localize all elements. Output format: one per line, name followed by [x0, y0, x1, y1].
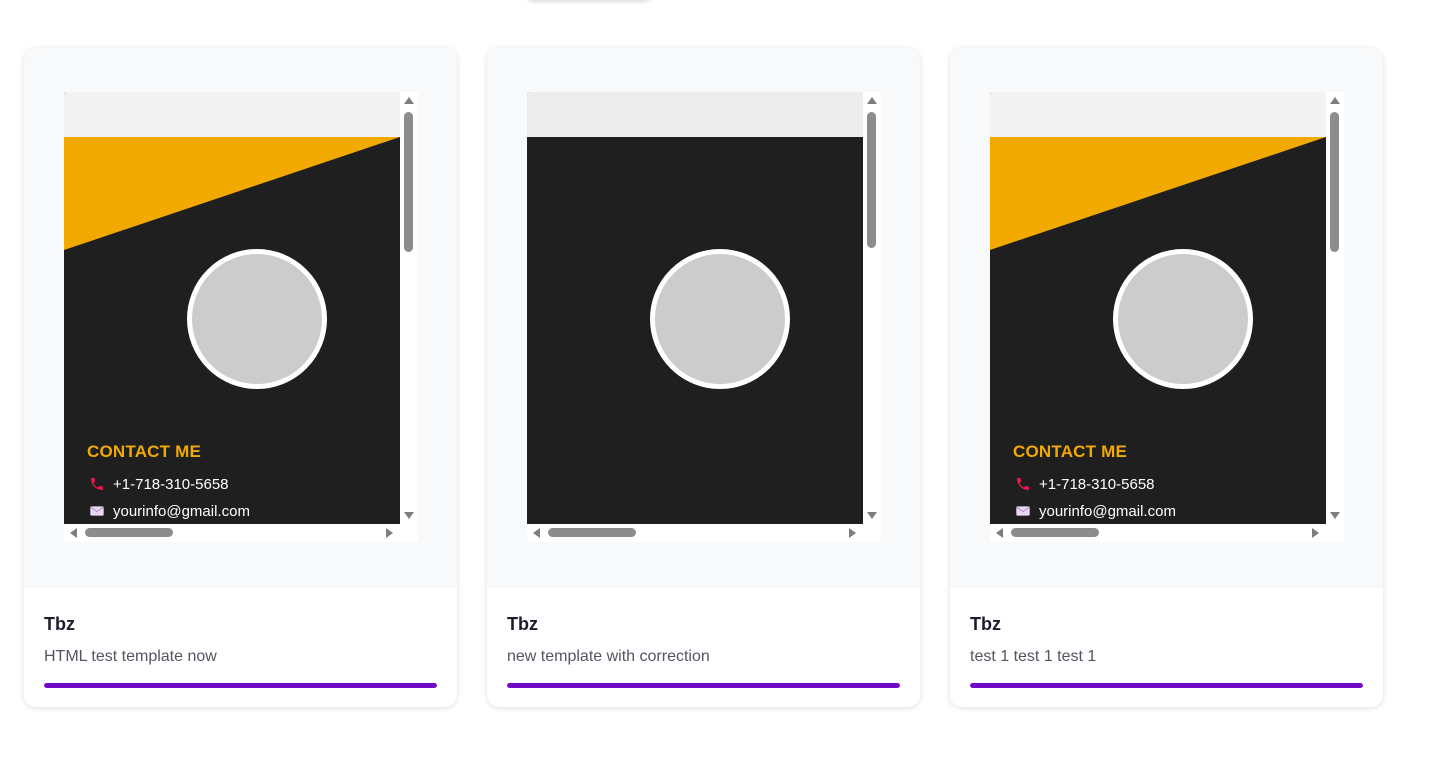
- horizontal-scroll-thumb[interactable]: [1011, 528, 1099, 537]
- scroll-left-arrow-icon[interactable]: [70, 528, 77, 538]
- email-address: yourinfo@gmail.com: [113, 502, 250, 520]
- template-diagonal-banner: [64, 137, 400, 250]
- scrollbar-corner: [1326, 524, 1344, 542]
- card-progress-bar: [970, 683, 1363, 688]
- phone-icon: [1017, 478, 1029, 490]
- card-progress-fill: [44, 683, 437, 688]
- scroll-up-arrow-icon[interactable]: [867, 97, 877, 104]
- envelope-icon: [1016, 506, 1030, 516]
- card-preview: CONTACT ME +1-718-310-5658 yourinfo@gmai…: [24, 48, 457, 588]
- template-diagonal-banner: [990, 137, 1326, 250]
- contact-email: yourinfo@gmail.com: [88, 501, 250, 521]
- vertical-scroll-thumb[interactable]: [404, 112, 413, 252]
- card-description: test 1 test 1 test 1: [970, 648, 1097, 665]
- horizontal-scroll-thumb[interactable]: [85, 528, 173, 537]
- card-progress-bar: [507, 683, 900, 688]
- template-header-band: [64, 92, 400, 137]
- contact-heading: CONTACT ME: [1013, 442, 1128, 461]
- horizontal-scrollbar[interactable]: [64, 524, 400, 542]
- envelope-icon: [90, 506, 104, 516]
- horizontal-scrollbar[interactable]: [527, 524, 863, 542]
- contact-heading: CONTACT ME: [87, 442, 202, 461]
- scroll-right-arrow-icon[interactable]: [849, 528, 856, 538]
- scrollbar-corner: [863, 524, 881, 542]
- template-header-band: [527, 92, 863, 137]
- avatar-placeholder: [187, 249, 327, 389]
- scroll-down-arrow-icon[interactable]: [404, 512, 414, 519]
- scrollbar-corner: [400, 524, 418, 542]
- template-preview-viewport: [527, 92, 863, 524]
- template-preview-viewport: CONTACT ME +1-718-310-5658 yourinfo@gmai…: [990, 92, 1326, 524]
- avatar-placeholder: [1113, 249, 1253, 389]
- card-progress-fill: [970, 683, 1363, 688]
- contact-phone: +1-718-310-5658: [1014, 474, 1155, 494]
- vertical-scroll-thumb[interactable]: [867, 112, 876, 248]
- card-title: Tbz: [970, 614, 1001, 634]
- contact-phone: +1-718-310-5658: [88, 474, 229, 494]
- horizontal-scroll-thumb[interactable]: [548, 528, 636, 537]
- card-description: new template with correction: [507, 648, 710, 665]
- template-preview-frame[interactable]: [527, 92, 881, 542]
- card-title: Tbz: [507, 614, 538, 634]
- phone-number: +1-718-310-5658: [113, 475, 229, 493]
- card-preview: [487, 48, 920, 588]
- template-header-band: [990, 92, 1326, 137]
- avatar-placeholder: [650, 249, 790, 389]
- card-description: HTML test template now: [44, 648, 217, 665]
- contact-email: yourinfo@gmail.com: [1014, 501, 1176, 521]
- scroll-up-arrow-icon[interactable]: [404, 97, 414, 104]
- scroll-up-arrow-icon[interactable]: [1330, 97, 1340, 104]
- scroll-right-arrow-icon[interactable]: [386, 528, 393, 538]
- card-title: Tbz: [44, 614, 75, 634]
- template-preview-frame[interactable]: CONTACT ME +1-718-310-5658 yourinfo@gmai…: [990, 92, 1344, 542]
- template-card[interactable]: CONTACT ME +1-718-310-5658 yourinfo@gmai…: [950, 48, 1383, 707]
- phone-number: +1-718-310-5658: [1039, 475, 1155, 493]
- scroll-down-arrow-icon[interactable]: [867, 512, 877, 519]
- vertical-scrollbar[interactable]: [863, 92, 881, 524]
- vertical-scrollbar[interactable]: [1326, 92, 1344, 524]
- email-address: yourinfo@gmail.com: [1039, 502, 1176, 520]
- template-card[interactable]: CONTACT ME +1-718-310-5658 yourinfo@gmai…: [24, 48, 457, 707]
- scroll-left-arrow-icon[interactable]: [996, 528, 1003, 538]
- template-card[interactable]: Tbz new template with correction: [487, 48, 920, 707]
- phone-icon: [91, 478, 103, 490]
- card-progress-fill: [507, 683, 900, 688]
- scroll-left-arrow-icon[interactable]: [533, 528, 540, 538]
- vertical-scrollbar[interactable]: [400, 92, 418, 524]
- scroll-right-arrow-icon[interactable]: [1312, 528, 1319, 538]
- scroll-down-arrow-icon[interactable]: [1330, 512, 1340, 519]
- vertical-scroll-thumb[interactable]: [1330, 112, 1339, 252]
- card-preview: CONTACT ME +1-718-310-5658 yourinfo@gmai…: [950, 48, 1383, 588]
- template-preview-viewport: CONTACT ME +1-718-310-5658 yourinfo@gmai…: [64, 92, 400, 524]
- card-progress-bar: [44, 683, 437, 688]
- template-preview-frame[interactable]: CONTACT ME +1-718-310-5658 yourinfo@gmai…: [64, 92, 418, 542]
- horizontal-scrollbar[interactable]: [990, 524, 1326, 542]
